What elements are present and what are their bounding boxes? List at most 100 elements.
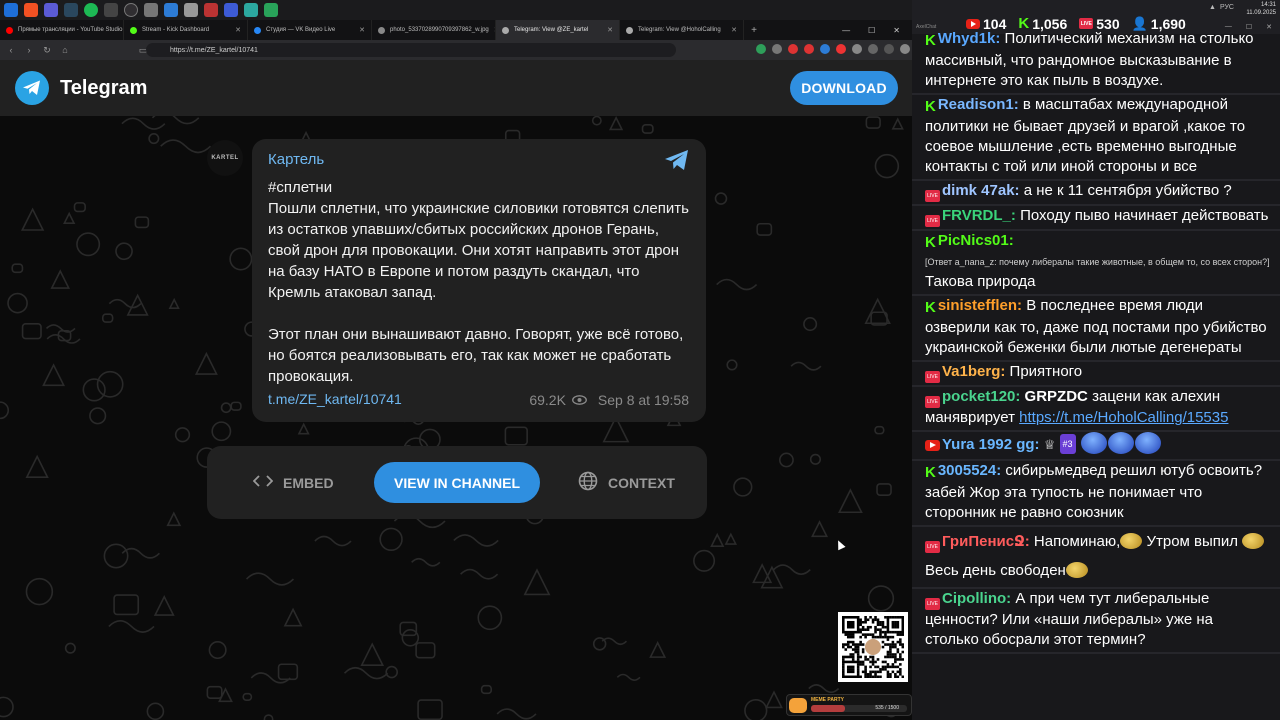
qr-module [846,623,850,627]
qr-module [856,618,860,622]
extension-icon[interactable] [900,44,910,54]
doodle-shape [113,594,140,616]
doodle-shape [399,621,418,637]
steam-icon[interactable] [64,3,78,17]
extension-icon[interactable] [836,44,846,54]
maximize-icon[interactable]: ☐ [868,26,875,35]
chat-nick[interactable]: pocket120: [942,388,1020,405]
chat-nick[interactable]: Cipollino: [942,590,1011,607]
qr-module [849,623,853,627]
post-link[interactable]: t.me/ZE_kartel/10741 [268,391,402,407]
qr-module [894,630,897,634]
extension-icon[interactable] [772,44,782,54]
extension-icon[interactable] [884,44,894,54]
minimize-icon[interactable]: — [842,26,850,35]
qr-module [871,658,875,661]
qr-module [861,648,865,651]
app-icon[interactable] [244,3,258,17]
extension-icon[interactable] [868,44,878,54]
address-bar[interactable]: https://t.me/ZE_kartel/10741 [146,43,676,57]
reload-icon[interactable]: ↻ [42,45,52,56]
home-icon[interactable]: ⌂ [60,45,70,55]
chat-nick[interactable]: FRVRDL_: [942,207,1016,224]
windows-start-icon[interactable] [4,3,18,17]
qr-module [886,618,890,622]
tab-youtube-studio[interactable]: Прямые трансляции - YouTube Studio✕ [0,20,124,40]
qr-module [896,630,900,634]
qr-module [886,650,890,654]
network-icon[interactable]: ▲ [1209,4,1216,11]
tab-close-icon[interactable]: ✕ [731,26,737,34]
chat-nick[interactable]: sinistefflen: [938,297,1022,314]
chat-nick[interactable]: PicNics01: [938,232,1014,249]
chat-nick[interactable]: Va1berg: [942,363,1005,380]
view-in-channel-button[interactable]: VIEW IN CHANNEL [374,462,540,503]
qr-module [879,630,882,634]
app-icon[interactable] [144,3,158,17]
doodle-shape [245,572,295,586]
tab-close-icon[interactable]: ✕ [607,26,613,34]
qr-module [866,658,870,661]
qr-module [876,620,880,624]
tab-telegram-ze-kartel[interactable]: Telegram: View @ZE_kartel ✕ [496,20,620,40]
tab-close-icon[interactable]: ✕ [235,26,241,34]
context-button[interactable]: CONTEXT [578,446,675,519]
qr-module [901,633,905,636]
chat-link[interactable]: https://t.me/HoholCalling/15535 [1019,409,1228,426]
extension-icon[interactable] [788,44,798,54]
qr-module [886,623,890,627]
brave-browser-icon[interactable] [24,3,38,17]
chat-nick[interactable]: 3005524: [938,462,1001,479]
app-icon[interactable] [184,3,198,17]
app-icon[interactable] [204,3,218,17]
back-icon[interactable]: ‹ [6,45,16,55]
qr-module [844,630,848,634]
clock[interactable]: 14:31 11.09.2025 [1246,1,1276,17]
tab-kick-dashboard[interactable]: Stream - Kick Dashboard ✕ [124,20,248,40]
tab-photo[interactable]: photo_5337028990709397862_w.jpg✕ [372,20,496,40]
chat-nick[interactable]: Whyd1k: [938,30,1001,47]
channel-avatar[interactable]: KARTEL [207,140,243,176]
qr-module [891,623,895,627]
embed-button[interactable]: EMBED [252,446,334,519]
spotify-icon[interactable] [84,3,98,17]
extensions [756,44,926,54]
tray-language[interactable]: РУС [1220,4,1234,11]
chat-message: LIVE Cipollino: А при чем тут либеральные… [912,589,1280,654]
new-tab-button[interactable]: + [744,20,764,40]
extension-icon[interactable] [852,44,862,54]
app-icon[interactable] [44,3,58,17]
extension-icon[interactable] [820,44,830,54]
telegram-header: Telegram DOWNLOAD [0,60,912,116]
tab-close-icon[interactable]: ✕ [359,26,365,34]
app-icon[interactable] [224,3,238,17]
doodle-shape [360,642,385,666]
post-author[interactable]: Картель [268,151,324,168]
tab-favicon [502,26,509,34]
chat-nick[interactable]: Readison1: [938,96,1019,113]
chat-nick[interactable]: dimk 47ak: [942,182,1020,199]
download-button[interactable]: DOWNLOAD [790,71,898,105]
qr-module [859,640,862,644]
app-icon[interactable] [104,3,118,17]
app-icon[interactable] [264,3,278,17]
close-window-icon[interactable]: ✕ [893,26,900,35]
telegram-logo-icon[interactable] [15,71,49,105]
doodle-shape [108,620,155,633]
qr-module [856,623,860,627]
forward-icon[interactable]: › [24,45,34,55]
obs-icon[interactable] [124,3,138,17]
chat-nick[interactable]: ГриПенисՋ: [942,533,1030,550]
qr-module [896,625,900,629]
doodle-shape [765,690,783,709]
qr-module [881,623,885,627]
tab-telegram-hohol-calling[interactable]: Telegram: View @HoholCalling ✕ [620,20,744,40]
extension-icon[interactable] [804,44,814,54]
chat-nick[interactable]: Yura 1992 gg: [942,436,1040,453]
telegram-plane-icon[interactable] [664,149,690,176]
doodle-shape [168,297,180,309]
qr-module [864,655,867,659]
tab-vk-live[interactable]: Студия — VK Видео Live ✕ [248,20,372,40]
extension-icon[interactable] [756,44,766,54]
app-icon[interactable] [164,3,178,17]
